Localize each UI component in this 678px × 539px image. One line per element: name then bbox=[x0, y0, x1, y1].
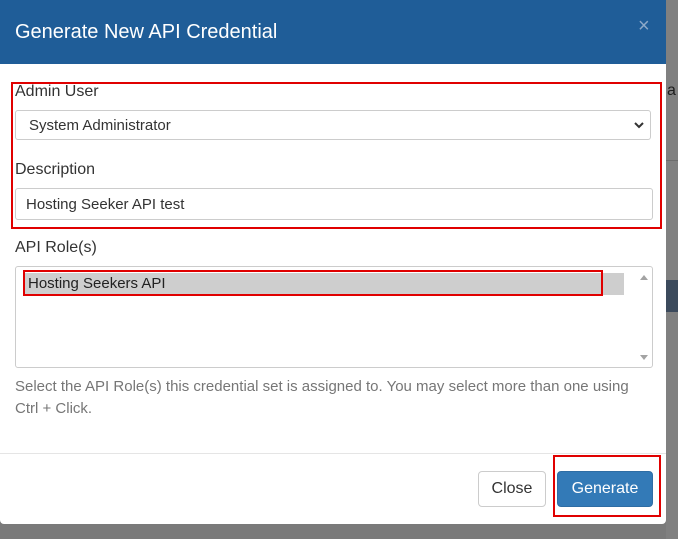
generate-button[interactable]: Generate bbox=[557, 471, 653, 507]
admin-user-label: Admin User bbox=[15, 83, 99, 100]
generate-api-credential-modal: Generate New API Credential × Admin User… bbox=[0, 0, 666, 524]
scroll-up-arrow-icon[interactable] bbox=[640, 275, 648, 280]
scroll-down-arrow-icon[interactable] bbox=[640, 355, 648, 360]
modal-footer-divider bbox=[0, 453, 666, 454]
background-band bbox=[666, 280, 678, 312]
admin-user-selected-value: System Administrator bbox=[29, 117, 171, 134]
multiselect-scrollbar[interactable] bbox=[636, 267, 652, 367]
close-button[interactable]: Close bbox=[478, 471, 546, 507]
admin-user-select[interactable]: System Administrator bbox=[15, 110, 651, 140]
background-divider bbox=[666, 160, 678, 161]
background-page: a bbox=[666, 0, 678, 539]
background-text-fragment: a bbox=[667, 82, 676, 99]
api-roles-help-text: Select the API Role(s) this credential s… bbox=[15, 378, 629, 417]
api-role-option[interactable]: Hosting Seekers API bbox=[24, 273, 624, 295]
modal-title: Generate New API Credential bbox=[15, 21, 278, 43]
modal-header: Generate New API Credential × bbox=[0, 0, 666, 64]
description-input[interactable] bbox=[15, 188, 653, 220]
api-roles-label: API Role(s) bbox=[15, 239, 97, 256]
close-icon[interactable]: × bbox=[638, 16, 650, 36]
description-label: Description bbox=[15, 161, 96, 178]
chevron-down-icon bbox=[634, 122, 644, 129]
api-roles-multiselect[interactable]: Hosting Seekers API bbox=[15, 266, 653, 368]
